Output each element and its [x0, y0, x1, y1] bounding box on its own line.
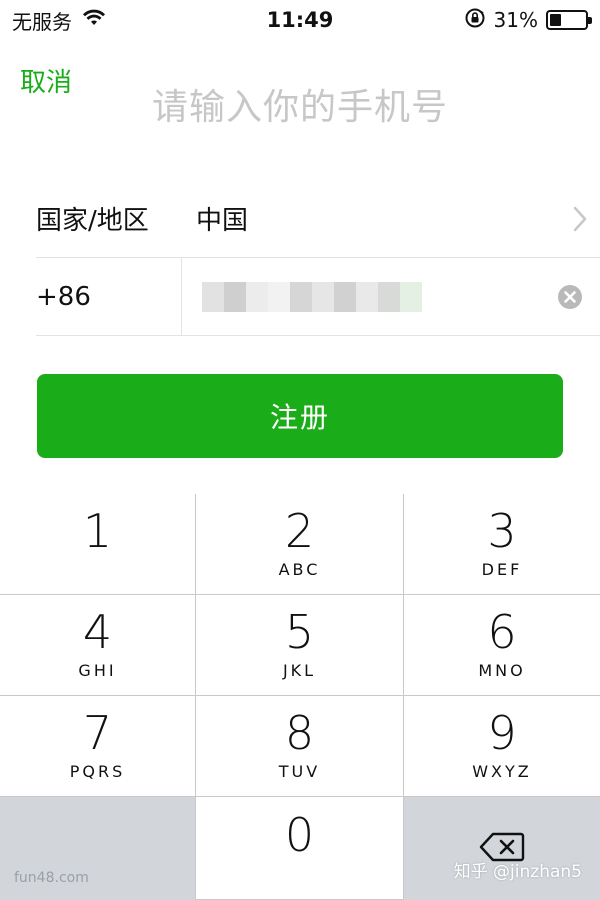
key-6[interactable]: 6 MNO — [404, 595, 600, 696]
country-region-label: 国家/地区 — [36, 206, 149, 236]
key-4[interactable]: 4 GHI — [0, 595, 196, 696]
page-title: 请输入你的手机号 — [151, 87, 448, 128]
key-digit: 6 — [487, 605, 517, 659]
status-bar: 无服务 11:49 31% — [0, 0, 600, 40]
watermark-left: fun48.com — [14, 870, 89, 886]
key-9[interactable]: 9 WXYZ — [404, 696, 600, 797]
key-digit: 0 — [284, 808, 315, 862]
key-digit: 5 — [284, 605, 315, 659]
phone-row: +86 — [36, 258, 600, 336]
delete-button[interactable] — [404, 797, 600, 900]
key-0[interactable]: 0 — [196, 797, 404, 900]
key-5[interactable]: 5 JKL — [196, 595, 404, 696]
key-letters: JKL — [282, 661, 317, 680]
key-letters: TUV — [278, 762, 321, 781]
key-digit: 9 — [487, 706, 517, 760]
chevron-right-icon — [560, 206, 600, 232]
key-letters: PQRS — [69, 762, 126, 781]
register-button[interactable]: 注册 — [37, 374, 563, 458]
key-1[interactable]: 1 — [0, 494, 196, 595]
key-letters: GHI — [78, 661, 117, 680]
key-letters: WXYZ — [472, 762, 532, 781]
key-digit: 3 — [487, 504, 517, 558]
numeric-keypad: 1 2 ABC 3 DEF 4 GHI 5 JKL 6 MNO 7 PQRS 8… — [0, 494, 600, 900]
key-3[interactable]: 3 DEF — [404, 494, 600, 595]
key-digit: 4 — [82, 605, 113, 659]
key-7[interactable]: 7 PQRS — [0, 696, 196, 797]
watermark-right: 知乎 @jinzhan5 — [453, 862, 582, 882]
key-digit: 2 — [284, 504, 315, 558]
key-8[interactable]: 8 TUV — [196, 696, 404, 797]
country-value: 中国 — [196, 206, 249, 236]
phone-number-input[interactable] — [182, 258, 540, 335]
battery-fill — [550, 14, 561, 26]
key-letters: MNO — [478, 661, 526, 680]
key-digit: 1 — [82, 504, 113, 558]
country-region-row[interactable]: 国家/地区 中国 — [36, 180, 600, 258]
status-time: 11:49 — [266, 8, 334, 32]
key-letters: ABC — [278, 560, 321, 579]
battery-icon — [546, 10, 592, 30]
key-2[interactable]: 2 ABC — [196, 494, 404, 595]
key-digit: 7 — [82, 706, 113, 760]
clear-icon[interactable] — [540, 284, 600, 310]
key-letters: DEF — [481, 560, 523, 579]
phone-number-obscured — [202, 279, 422, 315]
key-digit: 8 — [284, 706, 315, 760]
country-code[interactable]: +86 — [36, 258, 182, 335]
